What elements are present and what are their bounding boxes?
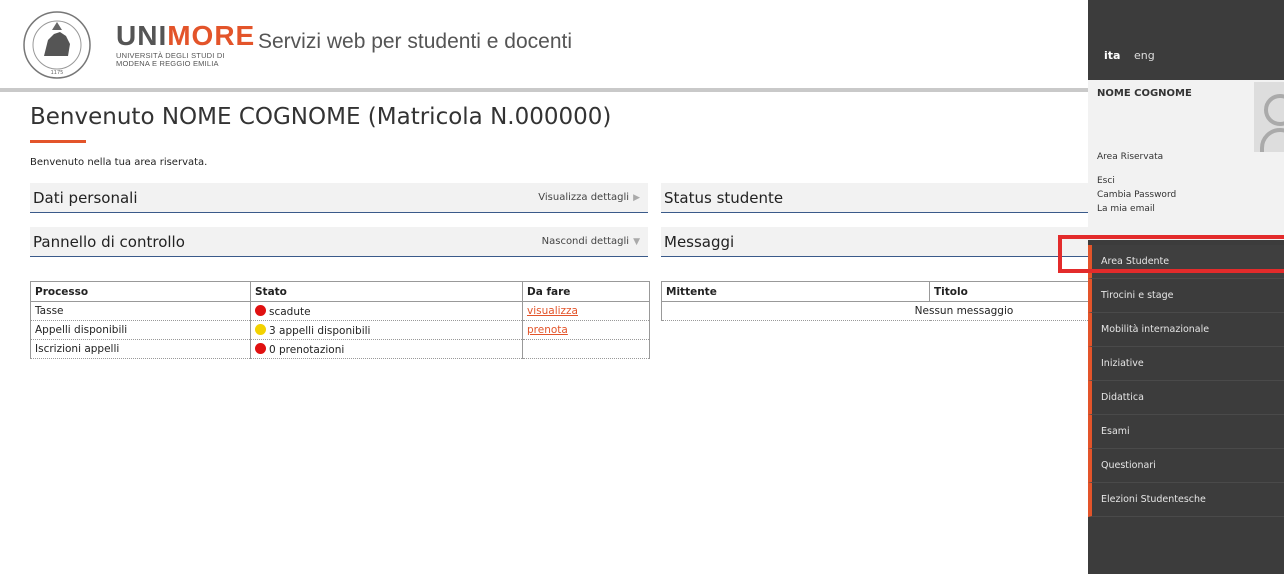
processo-cell: Iscrizioni appelli bbox=[30, 339, 251, 359]
stato-cell: 3 appelli disponibili bbox=[250, 320, 523, 340]
brand-logo[interactable]: UNIMORE UNIVERSITÀ DEGLI STUDI DI MODENA… bbox=[116, 22, 255, 68]
menu-item-elezioni[interactable]: Elezioni Studentesche bbox=[1088, 483, 1284, 517]
stato-cell: scadute bbox=[250, 301, 523, 321]
processo-cell: Tasse bbox=[30, 301, 251, 321]
da-fare-cell bbox=[522, 339, 650, 359]
prenota-link[interactable]: prenota bbox=[527, 324, 568, 336]
user-links: Area Riservata Esci Cambia Password La m… bbox=[1097, 152, 1176, 218]
section-status-studente: Status studente bbox=[661, 183, 1088, 213]
svg-text:1175: 1175 bbox=[51, 70, 64, 76]
control-panel-table: Processo Stato Da fare Tasse scadute vis… bbox=[30, 281, 650, 359]
cambia-password-link[interactable]: Cambia Password bbox=[1097, 190, 1176, 204]
menu-item-iniziative[interactable]: Iniziative bbox=[1088, 347, 1284, 381]
table-row: Iscrizioni appelli 0 prenotazioni bbox=[30, 339, 650, 359]
arrow-right-icon: ▶ bbox=[633, 193, 640, 203]
processo-cell: Appelli disponibili bbox=[30, 320, 251, 340]
user-name: NOME COGNOME bbox=[1097, 88, 1192, 99]
empty-message: Nessun messaggio bbox=[661, 301, 1091, 321]
da-fare-cell: visualizza bbox=[522, 301, 650, 321]
user-box: NOME COGNOME Area Riservata Esci Cambia … bbox=[1088, 80, 1284, 240]
da-fare-cell: prenota bbox=[522, 320, 650, 340]
status-red-icon bbox=[255, 304, 266, 316]
avatar-body-icon bbox=[1260, 128, 1284, 152]
toggle-details-link[interactable]: Visualizza dettagli ▶ bbox=[538, 192, 640, 203]
area-riservata-link[interactable]: Area Riservata bbox=[1097, 152, 1176, 176]
section-messaggi: Messaggi bbox=[661, 227, 1088, 257]
status-yellow-icon bbox=[255, 323, 266, 335]
highlight-box bbox=[1058, 235, 1284, 273]
page-title: Benvenuto NOME COGNOME (Matricola N.0000… bbox=[30, 104, 612, 130]
status-red-icon bbox=[255, 342, 266, 354]
title-underline bbox=[30, 140, 86, 143]
sidebar: ita eng NOME COGNOME Area Riservata Esci… bbox=[1088, 0, 1284, 574]
lang-ita[interactable]: ita bbox=[1104, 49, 1120, 62]
brand-subtitle-2: MODENA E REGGIO EMILIA bbox=[116, 59, 219, 68]
table-header-row: Mittente Titolo bbox=[661, 281, 1091, 302]
header-title: Servizi web per studenti e docenti bbox=[258, 30, 573, 53]
visualizza-link[interactable]: visualizza bbox=[527, 305, 578, 317]
table-row: Nessun messaggio bbox=[661, 301, 1091, 321]
section-title: Status studente bbox=[664, 189, 784, 207]
arrow-down-icon: ▼ bbox=[633, 237, 640, 247]
messages-table: Mittente Titolo Nessun messaggio bbox=[661, 281, 1091, 321]
section-title: Messaggi bbox=[664, 233, 735, 251]
language-switcher: ita eng bbox=[1104, 49, 1155, 62]
menu-item-tirocini[interactable]: Tirocini e stage bbox=[1088, 279, 1284, 313]
brand-name: UNIMORE bbox=[116, 20, 256, 51]
column-header: Titolo bbox=[929, 281, 1091, 302]
table-header-row: Processo Stato Da fare bbox=[30, 281, 650, 302]
section-dati-personali: Dati personali Visualizza dettagli ▶ bbox=[30, 183, 648, 213]
avatar-head-icon bbox=[1264, 94, 1284, 126]
column-header: Stato bbox=[250, 281, 523, 302]
esci-link[interactable]: Esci bbox=[1097, 176, 1176, 190]
lang-eng[interactable]: eng bbox=[1134, 49, 1155, 62]
menu-item-didattica[interactable]: Didattica bbox=[1088, 381, 1284, 415]
email-link[interactable]: La mia email bbox=[1097, 204, 1176, 218]
toggle-details-link[interactable]: Nascondi dettagli ▼ bbox=[542, 236, 640, 247]
menu-item-esami[interactable]: Esami bbox=[1088, 415, 1284, 449]
table-row: Tasse scadute visualizza bbox=[30, 301, 650, 321]
menu-item-questionari[interactable]: Questionari bbox=[1088, 449, 1284, 483]
section-title: Pannello di controllo bbox=[33, 233, 185, 251]
university-seal-icon[interactable]: 1175 bbox=[22, 10, 92, 80]
column-header: Mittente bbox=[661, 281, 930, 302]
avatar bbox=[1254, 82, 1284, 152]
stato-cell: 0 prenotazioni bbox=[250, 339, 523, 359]
section-pannello-controllo: Pannello di controllo Nascondi dettagli ▼ bbox=[30, 227, 648, 257]
table-row: Appelli disponibili 3 appelli disponibil… bbox=[30, 320, 650, 340]
page-header: 1175 UNIMORE UNIVERSITÀ DEGLI STUDI DI M… bbox=[0, 0, 1088, 92]
column-header: Da fare bbox=[522, 281, 650, 302]
section-title: Dati personali bbox=[33, 189, 138, 207]
welcome-text: Benvenuto nella tua area riservata. bbox=[30, 157, 208, 168]
menu-item-mobilita[interactable]: Mobilità internazionale bbox=[1088, 313, 1284, 347]
sidebar-menu: Area Studente Tirocini e stage Mobilità … bbox=[1088, 245, 1284, 517]
column-header: Processo bbox=[30, 281, 251, 302]
